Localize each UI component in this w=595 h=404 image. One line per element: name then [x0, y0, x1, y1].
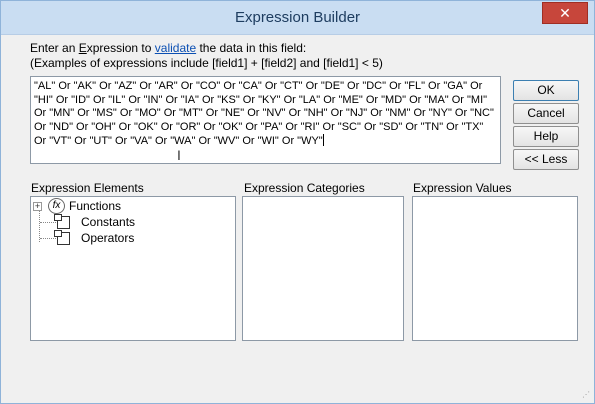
expression-input[interactable]: "AL" Or "AK" Or "AZ" Or "AR" Or "CO" Or …	[30, 76, 501, 164]
expand-icon[interactable]: +	[33, 202, 42, 211]
expression-elements-label: Expression Elements	[31, 181, 144, 195]
window-title: Expression Builder	[234, 9, 361, 26]
expression-builder-dialog: Expression Builder ✕ Enter an Expression…	[0, 0, 595, 404]
less-button[interactable]: << Less	[513, 149, 579, 170]
function-icon: fx	[48, 198, 65, 214]
title-bar: Expression Builder ✕	[1, 1, 594, 35]
expression-text: "AL" Or "AK" Or "AZ" Or "AR" Or "CO" Or …	[34, 80, 494, 147]
expression-categories-label: Expression Categories	[244, 181, 365, 195]
prompt-text: Enter an	[30, 41, 79, 55]
help-button[interactable]: Help	[513, 126, 579, 147]
prompt-text: the data in this field:	[196, 41, 307, 55]
ok-button[interactable]: OK	[513, 80, 579, 101]
cancel-button[interactable]: Cancel	[513, 103, 579, 124]
tree-item-label: Functions	[69, 199, 122, 213]
ibeam-cursor-icon: I	[177, 147, 181, 163]
resize-grip-icon[interactable]: ⋰	[582, 390, 590, 399]
close-button[interactable]: ✕	[542, 2, 588, 24]
validate-link[interactable]: validate	[155, 41, 196, 55]
tree-item-label: Constants	[81, 215, 136, 229]
expression-values-list[interactable]	[412, 196, 578, 341]
folder-icon	[54, 230, 70, 245]
expression-values-label: Expression Values	[413, 181, 512, 195]
text-caret	[322, 134, 324, 146]
expression-categories-list[interactable]	[242, 196, 404, 341]
prompt-accelerator: E	[78, 41, 87, 55]
expression-prompt: Enter an Expression to validate the data…	[30, 41, 383, 71]
examples-text: (Examples of expressions include [field1…	[30, 56, 383, 70]
folder-icon	[54, 214, 70, 229]
tree-item-label: Operators	[81, 231, 135, 245]
prompt-text: xpression to	[86, 41, 155, 55]
